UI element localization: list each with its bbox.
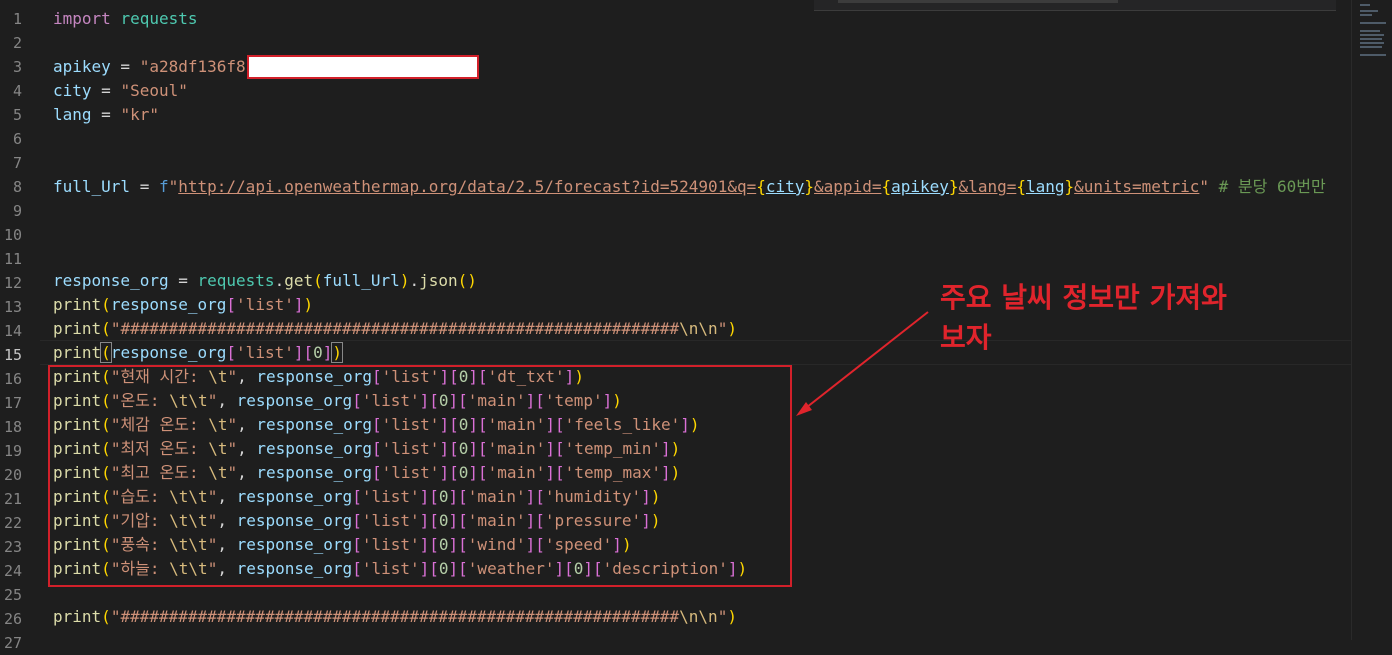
minimap-line <box>1360 38 1382 40</box>
minimap-line <box>1360 34 1384 36</box>
annotation-line-2: 보자 <box>940 321 992 354</box>
annotation-text: 주요 날씨 정보만 가져와 보자 <box>940 278 1227 358</box>
minimap-line <box>1360 14 1372 16</box>
minimap-line <box>1360 4 1370 6</box>
minimap-line <box>1360 42 1384 44</box>
minimap[interactable] <box>1351 0 1392 640</box>
minimap-line <box>1360 22 1386 24</box>
annotation-line-1: 주요 날씨 정보만 가져와 <box>940 281 1227 314</box>
minimap-line <box>1360 30 1380 32</box>
minimap-line <box>1360 46 1382 48</box>
minimap-line <box>1360 10 1378 12</box>
minimap-line <box>1360 54 1386 56</box>
